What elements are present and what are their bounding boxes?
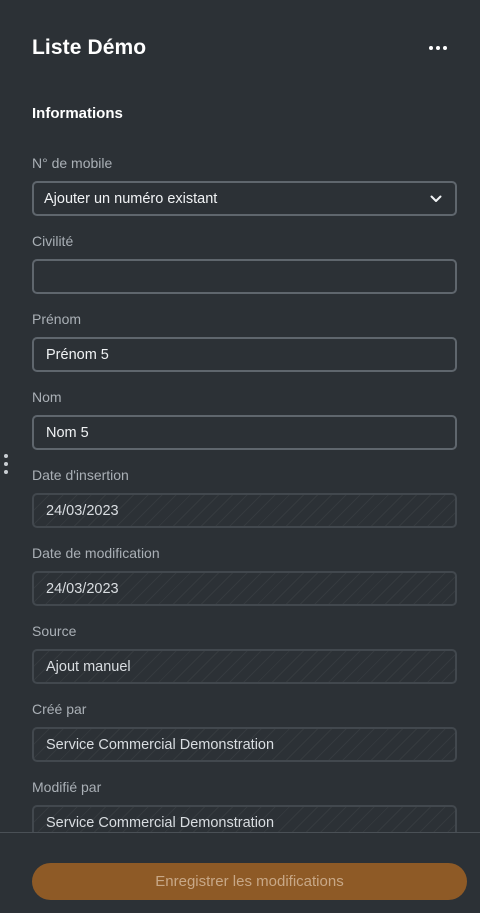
field-prenom: Prénom Prénom 5 bbox=[32, 306, 457, 384]
field-date-modification: Date de modification 24/03/2023 bbox=[32, 540, 457, 618]
field-label: Nom bbox=[32, 389, 62, 405]
mobile-select[interactable]: Ajouter un numéro existant bbox=[32, 181, 457, 216]
edit-contact-panel: Liste Démo Informations N° de mobile Ajo… bbox=[0, 0, 480, 913]
field-modifie-par: Modifié par Service Commercial Demonstra… bbox=[32, 774, 457, 832]
field-date-insertion: Date d'insertion 24/03/2023 bbox=[32, 462, 457, 540]
footer-divider bbox=[0, 832, 480, 833]
field-source: Source Ajout manuel bbox=[32, 618, 457, 696]
nom-input[interactable]: Nom 5 bbox=[32, 415, 457, 450]
resize-handle-icon[interactable] bbox=[3, 454, 9, 474]
civilite-input[interactable] bbox=[32, 259, 457, 294]
field-label: Prénom bbox=[32, 311, 82, 327]
more-options-icon[interactable] bbox=[426, 36, 450, 60]
field-cree-par: Créé par Service Commercial Demonstratio… bbox=[32, 696, 457, 774]
field-civilite: Civilité bbox=[32, 228, 457, 306]
source-value: Ajout manuel bbox=[32, 649, 457, 684]
panel-header: Liste Démo bbox=[32, 30, 450, 66]
field-label: N° de mobile bbox=[32, 155, 113, 171]
page-title: Liste Démo bbox=[32, 36, 147, 59]
chevron-down-icon bbox=[429, 192, 443, 206]
prenom-input[interactable]: Prénom 5 bbox=[32, 337, 457, 372]
field-label: Source bbox=[32, 623, 77, 639]
form-scroll-area[interactable]: N° de mobile Ajouter un numéro existant … bbox=[32, 150, 457, 832]
field-nom: Nom Nom 5 bbox=[32, 384, 457, 462]
section-title: Informations bbox=[32, 105, 123, 122]
select-value: Ajouter un numéro existant bbox=[44, 190, 218, 207]
field-label: Civilité bbox=[32, 233, 74, 249]
field-label: Modifié par bbox=[32, 779, 102, 795]
field-label: Date de modification bbox=[32, 545, 160, 561]
date-modification-value: 24/03/2023 bbox=[32, 571, 457, 606]
cree-par-value: Service Commercial Demonstration bbox=[32, 727, 457, 762]
save-changes-button[interactable]: Enregistrer les modifications bbox=[32, 863, 467, 900]
date-insertion-value: 24/03/2023 bbox=[32, 493, 457, 528]
modifie-par-value: Service Commercial Demonstration bbox=[32, 805, 457, 832]
field-mobile: N° de mobile Ajouter un numéro existant bbox=[32, 150, 457, 228]
field-label: Date d'insertion bbox=[32, 467, 129, 483]
field-label: Créé par bbox=[32, 701, 87, 717]
